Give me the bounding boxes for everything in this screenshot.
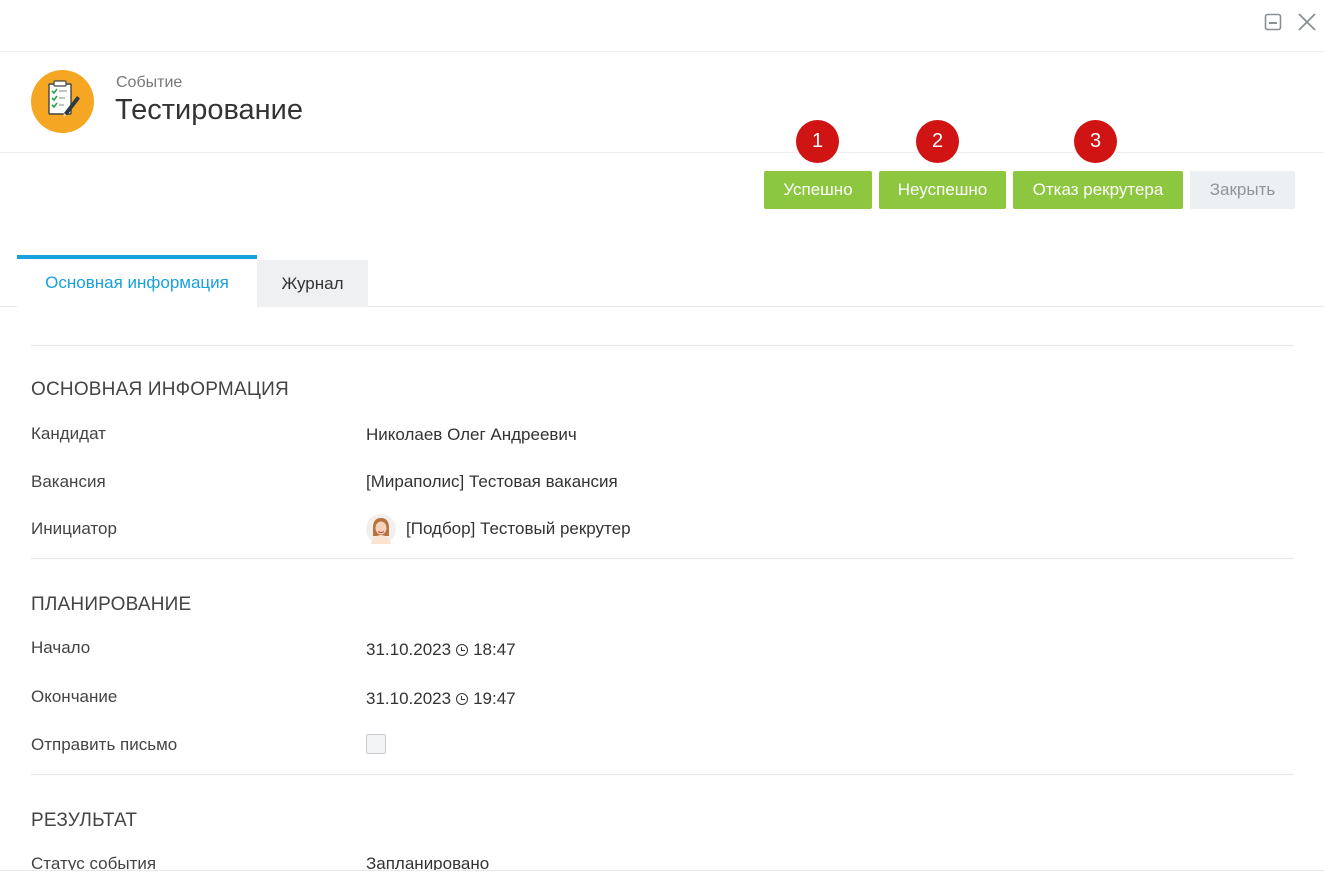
candidate-label: Кандидат	[31, 424, 106, 443]
clock-icon	[456, 693, 469, 705]
section-title-main-info: ОСНОВНАЯ ИНФОРМАЦИЯ	[31, 379, 289, 400]
event-header: Событие Тестирование	[0, 52, 1324, 153]
close-icon[interactable]	[1297, 12, 1317, 32]
send-mail-checkbox[interactable]	[366, 734, 386, 754]
end-date: 31.10.2023	[366, 689, 452, 708]
recruiter-reject-button[interactable]: Отказ рекрутера	[1013, 171, 1183, 209]
avatar	[366, 514, 396, 544]
section-title-planning: ПЛАНИРОВАНИЕ	[31, 594, 192, 615]
start-time: 18:47	[473, 640, 516, 659]
vacancy-label: Вакансия	[31, 472, 106, 491]
end-label: Окончание	[31, 687, 118, 706]
badge-1: 1	[796, 120, 839, 163]
candidate-value[interactable]: Николаев Олег Андреевич	[366, 425, 577, 445]
vacancy-value[interactable]: [Мираполис] Тестовая вакансия	[366, 472, 618, 492]
section-title-result: РЕЗУЛЬТАТ	[31, 810, 138, 831]
divider	[31, 345, 1294, 346]
tab-main-info[interactable]: Основная информация	[17, 255, 257, 307]
start-date: 31.10.2023	[366, 640, 452, 659]
badge-2: 2	[916, 120, 959, 163]
page-title: Тестирование	[115, 94, 304, 126]
start-label: Начало	[31, 638, 91, 657]
initiator-label: Инициатор	[31, 519, 117, 538]
tab-journal[interactable]: Журнал	[257, 260, 368, 307]
end-value: 31.10.2023 19:47	[366, 689, 516, 709]
checklist-pencil-icon	[31, 70, 94, 133]
success-button[interactable]: Успешно	[764, 171, 872, 209]
clock-icon	[456, 644, 469, 656]
minimize-icon[interactable]	[1263, 12, 1283, 32]
divider	[31, 558, 1294, 559]
divider	[31, 774, 1294, 775]
event-type-label: Событие	[116, 74, 183, 91]
failure-button[interactable]: Неуспешно	[879, 171, 1006, 209]
start-value: 31.10.2023 18:47	[366, 640, 516, 660]
end-time: 19:47	[473, 689, 516, 708]
close-button[interactable]: Закрыть	[1190, 171, 1295, 209]
initiator-value[interactable]: [Подбор] Тестовый рекрутер	[366, 514, 631, 544]
badge-3: 3	[1074, 120, 1117, 163]
send-mail-label: Отправить письмо	[31, 735, 178, 754]
window-titlebar	[0, 0, 1324, 52]
initiator-name: [Подбор] Тестовый рекрутер	[406, 519, 631, 538]
